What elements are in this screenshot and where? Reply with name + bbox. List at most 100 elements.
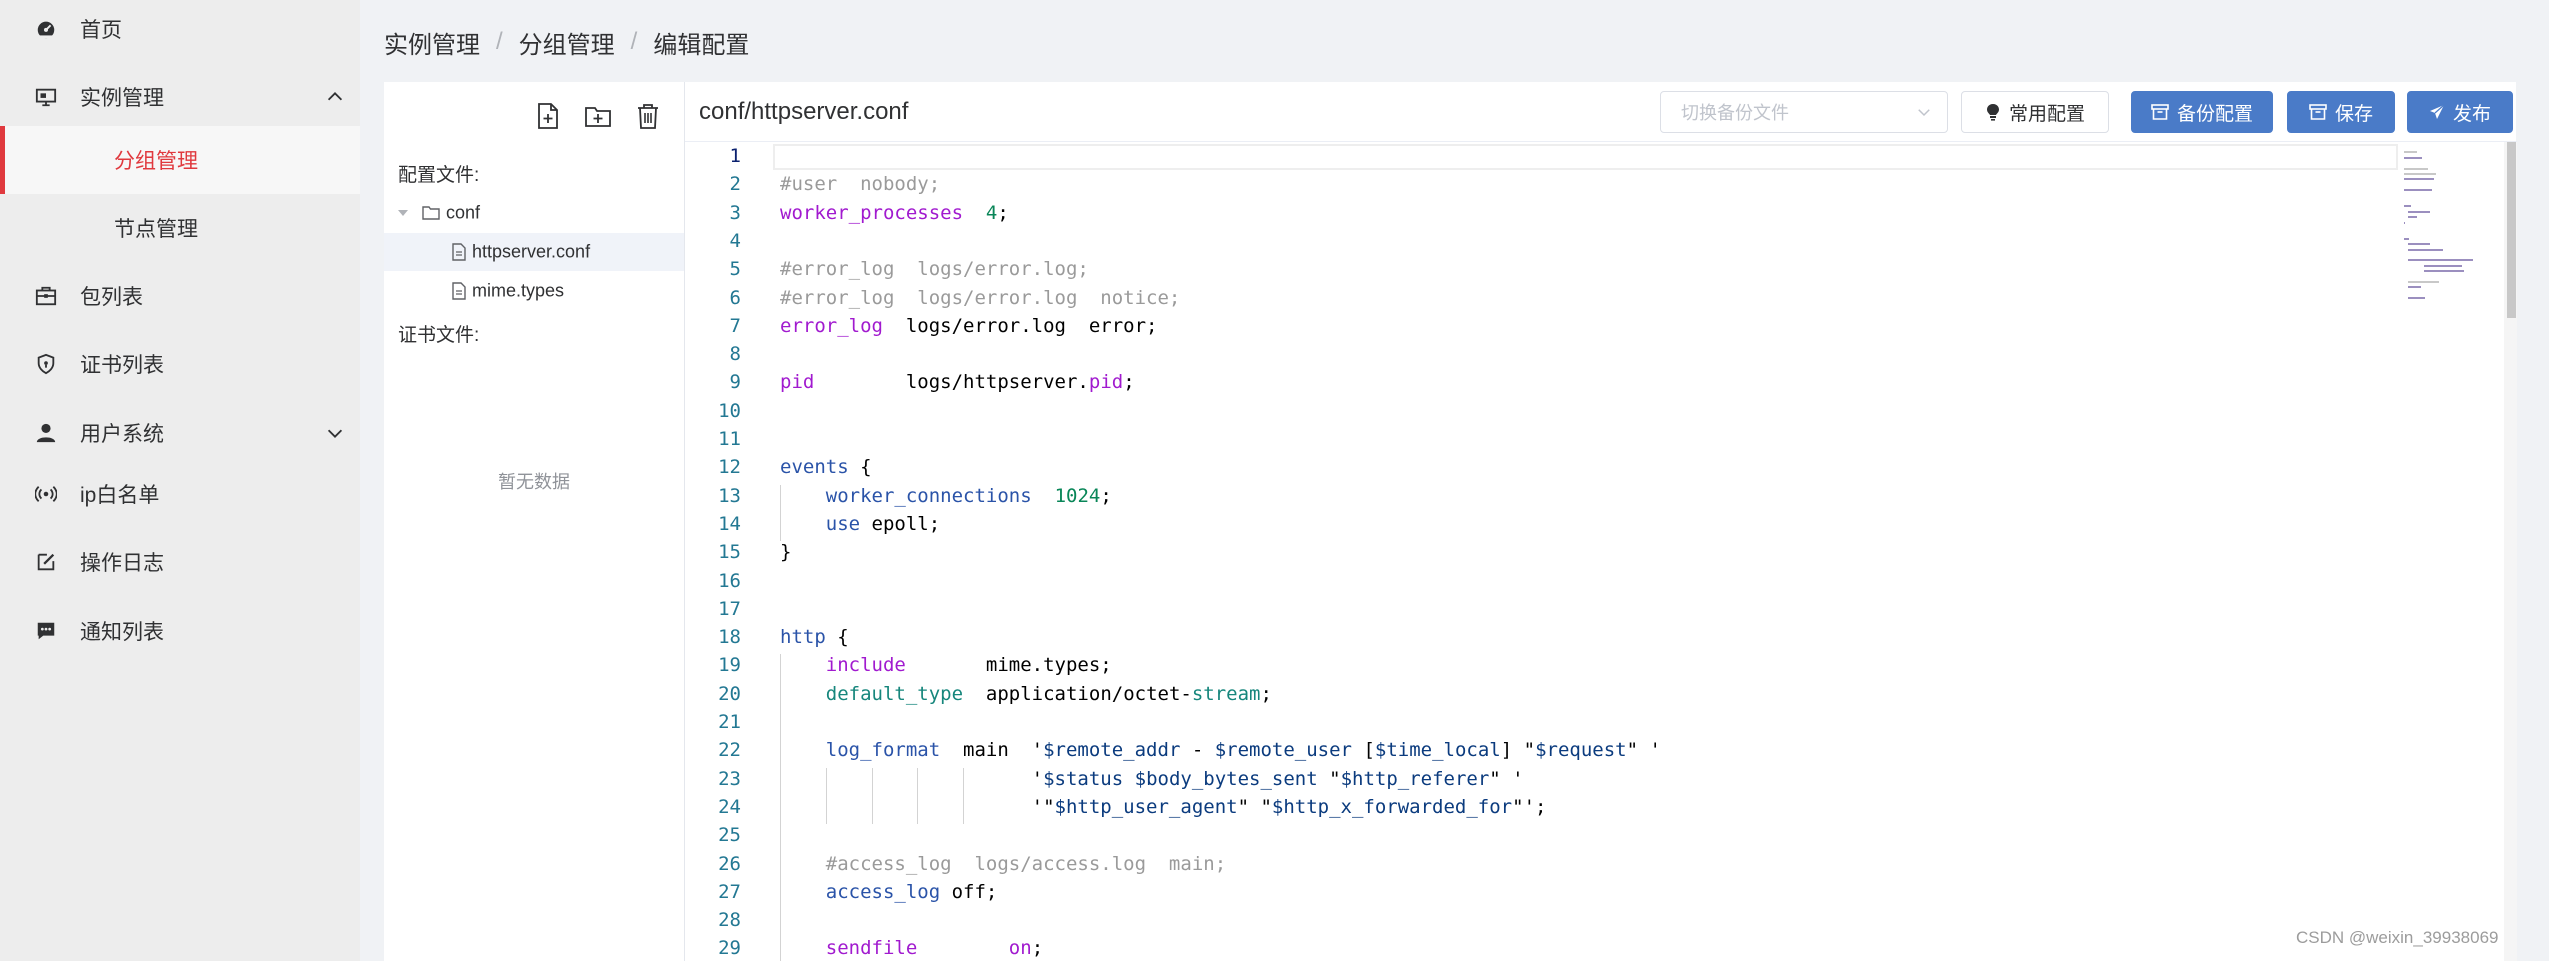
sidebar-item-instances[interactable]: 实例管理 [0, 63, 360, 131]
code-line: '$status $body_bytes_sent "$http_referer… [780, 767, 1524, 790]
chevron-down-icon [327, 429, 343, 438]
line-number: 27 [718, 880, 741, 903]
line-number: 29 [718, 937, 741, 960]
sidebar-item-home[interactable]: 首页 [0, 0, 360, 63]
breadcrumb-item[interactable]: 分组管理 [519, 25, 615, 60]
button-label: 备份配置 [2176, 103, 2253, 125]
line-number: 14 [718, 512, 741, 535]
new-file-icon[interactable] [534, 102, 562, 130]
breadcrumb-item[interactable]: 实例管理 [384, 25, 480, 60]
sidebar-item-label: 通知列表 [80, 621, 164, 644]
minimap-line [2404, 189, 2432, 192]
code-line: #access_log logs/access.log main; [825, 852, 1227, 875]
code-line: events { [780, 456, 872, 479]
code-line: log_format main '$remote_addr - $remote_… [825, 739, 1661, 762]
new-folder-icon[interactable] [584, 102, 612, 130]
indent-guide [917, 767, 919, 825]
code-line: error_log logs/error.log error; [780, 314, 1158, 337]
breadcrumb-separator: / [630, 28, 638, 55]
chevron-up-icon [327, 92, 343, 101]
sidebar-item-label: ip白名单 [80, 484, 160, 507]
sidebar-item-operation-log[interactable]: 操作日志 [0, 528, 360, 596]
sidebar-item-label: 首页 [80, 19, 122, 42]
line-number: 1 [729, 145, 741, 167]
sidebar-item-nodes[interactable]: 节点管理 [0, 194, 360, 262]
indent-guide [963, 767, 965, 825]
minimap-line [2404, 151, 2417, 154]
minimap-line [2423, 270, 2465, 273]
minimap-line [2407, 216, 2417, 219]
line-number: 7 [729, 314, 741, 337]
code-line: #user nobody; [780, 173, 941, 196]
line-number: 24 [718, 795, 741, 818]
minimap-line [2404, 205, 2412, 208]
sidebar-item-label: 分组管理 [114, 150, 198, 173]
sidebar-item-users[interactable]: 用户系统 [0, 399, 360, 467]
user-icon [34, 421, 58, 445]
minimap-line [2423, 264, 2463, 267]
indent-guide [871, 767, 873, 825]
delete-icon[interactable] [634, 102, 662, 130]
caret-down-icon [398, 210, 408, 216]
package-icon [34, 284, 58, 308]
line-number: 4 [729, 229, 741, 252]
minimap-line [2404, 156, 2422, 159]
line-number: 15 [718, 541, 741, 564]
indent-guide [825, 767, 827, 825]
tree-file-httpserver[interactable]: httpserver.conf [384, 233, 684, 271]
current-line-highlight [773, 144, 2398, 170]
minimap-line [2407, 259, 2474, 262]
sidebar-item-label: 操作日志 [80, 552, 164, 575]
sidebar-item-label: 节点管理 [114, 218, 198, 241]
common-config-button[interactable]: 常用配置 [1961, 91, 2109, 133]
sidebar-item-packages[interactable]: 包列表 [0, 262, 360, 330]
sidebar-item-certificates[interactable]: 证书列表 [0, 330, 360, 398]
watermark: CSDN @weixin_39938069 [2296, 928, 2499, 947]
line-number: 25 [718, 824, 741, 847]
minimap-line [2407, 286, 2422, 289]
minimap-line [2407, 281, 2440, 283]
cert-files-label: 证书文件: [398, 325, 480, 346]
indent-guide [780, 654, 781, 961]
minimap[interactable] [2398, 142, 2504, 961]
tree-file-mime[interactable]: mime.types [384, 272, 684, 310]
save-button[interactable]: 保存 [2287, 91, 2395, 133]
code-editor[interactable]: 1 2 3 4 5 6 7 8 9 10 11 12 13 14 15 16 17 18 19 20 21 22 23 24 2… [685, 142, 2517, 961]
active-indicator [0, 126, 5, 194]
publish-button[interactable]: 发布 [2407, 91, 2513, 133]
file-icon [452, 282, 466, 300]
code-line: include mime.types; [825, 654, 1112, 677]
sidebar-item-label: 证书列表 [80, 354, 164, 377]
code-line: pid logs/httpserver.pid; [780, 371, 1135, 394]
line-number: 16 [718, 569, 741, 592]
line-number: 8 [729, 343, 741, 366]
config-files-label: 配置文件: [398, 165, 480, 186]
line-number: 12 [718, 456, 741, 479]
sidebar-item-ip-whitelist[interactable]: ip白名单 [0, 460, 360, 528]
line-number: 5 [729, 258, 741, 281]
bulb-icon [1986, 104, 1999, 121]
file-icon [452, 243, 466, 261]
empty-state: 暂无数据 [498, 472, 570, 492]
sidebar-item-notifications[interactable]: 通知列表 [0, 597, 360, 665]
backup-file-select[interactable]: 切换备份文件 [1660, 91, 1948, 133]
tree-folder-conf[interactable]: conf [384, 194, 684, 232]
minimap-line [2407, 248, 2443, 251]
sidebar-item-groups[interactable]: 分组管理 [0, 126, 360, 194]
line-number: 11 [718, 428, 741, 450]
line-number: 10 [718, 399, 741, 422]
line-number: 3 [729, 201, 741, 224]
indent-guide [780, 484, 781, 542]
breadcrumb: 实例管理 / 分组管理 / 编辑配置 [384, 24, 749, 60]
minimap-line [2407, 210, 2431, 213]
code-line: default_type application/octet-stream; [825, 682, 1272, 705]
line-number-gutter: 1 2 3 4 5 6 7 8 9 10 11 12 13 14 15 16 17 18 19 20 21 22 23 24 2… [685, 142, 773, 961]
shield-icon [34, 352, 58, 376]
line-number: 28 [718, 909, 741, 932]
backup-config-button[interactable]: 备份配置 [2131, 91, 2273, 133]
scrollbar-thumb[interactable] [2507, 142, 2516, 318]
send-icon [2429, 104, 2445, 119]
sidebar-item-label: 包列表 [80, 286, 143, 309]
folder-icon [422, 206, 440, 220]
line-number: 13 [718, 484, 741, 507]
